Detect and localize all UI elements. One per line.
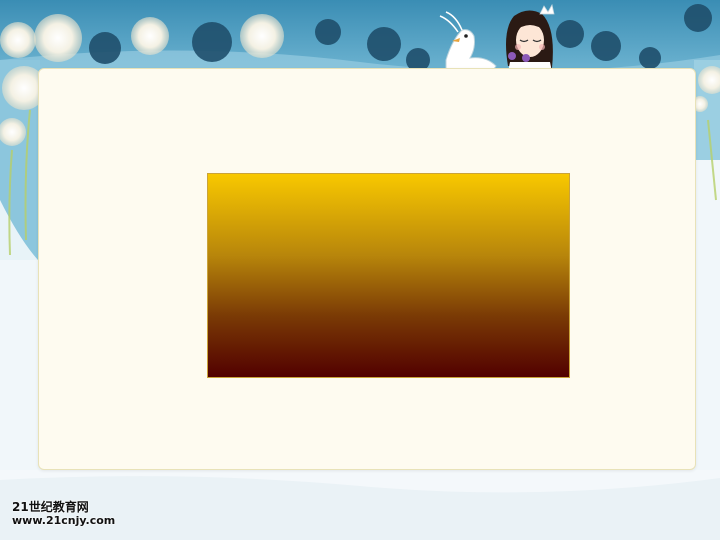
gradient-rectangle [207, 173, 570, 378]
watermark-title: 21世纪教育网 [12, 500, 89, 514]
watermark-url: www.21cnjy.com [12, 514, 116, 527]
site-watermark: 21世纪教育网 www.21cnjy.com [12, 500, 115, 528]
